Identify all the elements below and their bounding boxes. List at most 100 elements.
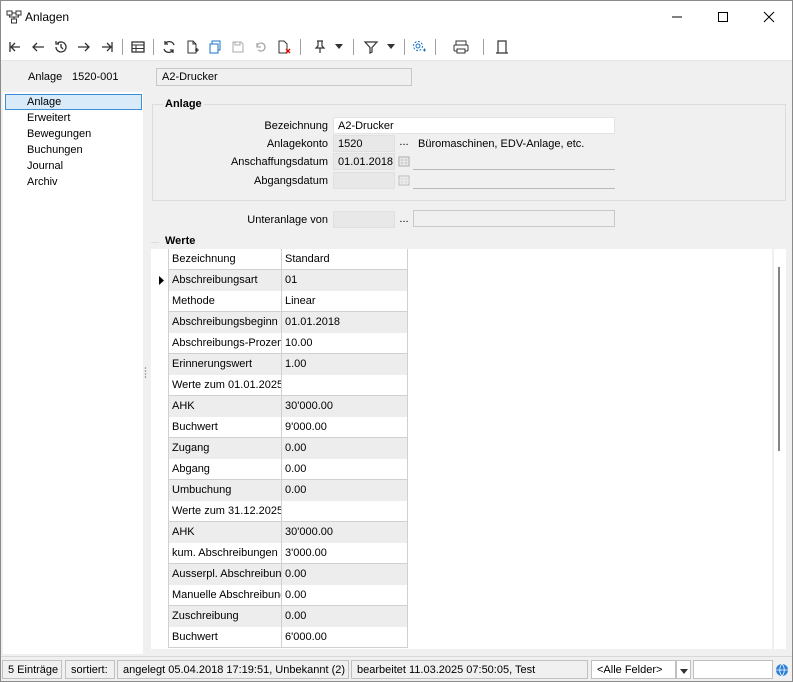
row-indicator[interactable] [152,627,169,648]
scrollbar-thumb[interactable] [778,267,780,451]
next-record-icon[interactable] [74,37,94,57]
globe-search-icon[interactable] [775,663,789,680]
werte-row[interactable]: Manuelle Abschreibung 0.00 [152,585,408,606]
field-filter-chevron-down-icon[interactable] [676,660,691,679]
werte-row[interactable]: AHK 30'000.00 [152,522,408,543]
row-indicator[interactable] [152,396,169,417]
werte-cell-value[interactable]: 6'000.00 [282,627,408,648]
werte-row[interactable]: Buchwert 9'000.00 [152,417,408,438]
werte-row[interactable]: Zuschreibung 0.00 [152,606,408,627]
werte-cell-value[interactable]: 0.00 [282,585,408,606]
werte-cell-value[interactable]: 30'000.00 [282,522,408,543]
werte-row[interactable]: kum. Abschreibungen 3'000.00 [152,543,408,564]
row-indicator[interactable] [152,249,169,270]
nav-item-journal[interactable]: Journal [27,159,63,175]
bezeichnung-input[interactable]: A2-Drucker [333,117,615,134]
werte-row[interactable]: Werte zum 01.01.2025 [152,375,408,396]
anlagekonto-ellipsis-button[interactable]: ... [396,136,412,152]
werte-cell-value[interactable] [282,501,408,522]
nav-item-anlage[interactable]: Anlage [27,95,61,111]
row-indicator[interactable] [152,522,169,543]
abgangsdatum-input[interactable] [333,172,395,189]
status-search-input[interactable] [693,660,773,679]
row-indicator[interactable] [152,501,169,522]
print-icon[interactable] [451,37,471,57]
werte-cell-value[interactable]: 01.01.2018 [282,312,408,333]
settings-gear-icon[interactable] [409,37,429,57]
werte-cell-value[interactable]: 0.00 [282,564,408,585]
werte-cell-value[interactable]: 0.00 [282,438,408,459]
pin-icon[interactable] [310,37,330,57]
maximize-button[interactable] [700,1,746,33]
werte-row[interactable]: Abschreibungsart 01 [152,270,408,291]
abgangsdatum-calendar-icon[interactable] [397,173,411,190]
previous-record-icon[interactable] [28,37,48,57]
werte-row[interactable]: Methode Linear [152,291,408,312]
werte-row[interactable]: Abgang 0.00 [152,459,408,480]
row-indicator[interactable] [152,291,169,312]
werte-row[interactable]: Ausserpl. Abschreibungen0.00 [152,564,408,585]
filter-dropdown-chevron-down-icon[interactable] [385,37,397,57]
delete-document-icon[interactable] [274,37,294,57]
row-indicator[interactable] [152,333,169,354]
splitter-handle[interactable] [144,366,147,380]
werte-cell-value[interactable]: 0.00 [282,459,408,480]
werte-row[interactable]: Buchwert 6'000.00 [152,627,408,648]
werte-row[interactable]: Umbuchung 0.00 [152,480,408,501]
anlagekonto-input[interactable]: 1520 [333,135,395,152]
filter-icon[interactable] [361,37,381,57]
close-button[interactable] [746,1,792,33]
werte-row[interactable]: Abschreibungs-Prozent 10.00 [152,333,408,354]
werte-row[interactable]: Bezeichnung Standard [152,249,408,270]
row-indicator[interactable] [152,585,169,606]
werte-cell-value[interactable]: 0.00 [282,606,408,627]
row-indicator[interactable] [152,312,169,333]
werte-cell-value[interactable]: 3'000.00 [282,543,408,564]
werte-row[interactable]: Abschreibungsbeginn 01.01.2018 [152,312,408,333]
anschaffungsdatum-calendar-icon[interactable] [397,154,411,171]
field-filter-select[interactable]: <Alle Felder> [591,660,676,679]
unteranlage-ellipsis-button[interactable]: ... [396,213,412,229]
row-indicator[interactable] [152,564,169,585]
table-view-icon[interactable] [128,37,148,57]
nav-item-archiv[interactable]: Archiv [27,175,58,191]
copy-icon[interactable] [205,37,225,57]
new-document-icon[interactable] [182,37,202,57]
werte-cell-value[interactable]: 30'000.00 [282,396,408,417]
row-indicator[interactable] [152,375,169,396]
row-indicator[interactable] [152,417,169,438]
werte-row[interactable]: Werte zum 31.12.2025 [152,501,408,522]
werte-row[interactable]: Erinnerungswert 1.00 [152,354,408,375]
minimize-button[interactable] [654,1,700,33]
werte-cell-value[interactable]: 0.00 [282,480,408,501]
exit-door-icon[interactable] [492,37,512,57]
werte-cell-value[interactable] [282,375,408,396]
refresh-icon[interactable] [159,37,179,57]
row-indicator[interactable] [152,459,169,480]
row-indicator[interactable] [152,480,169,501]
history-icon[interactable] [51,37,71,57]
werte-cell-value[interactable]: 10.00 [282,333,408,354]
row-indicator[interactable] [152,270,169,291]
nav-item-erweitert[interactable]: Erweitert [27,111,70,127]
row-indicator[interactable] [152,438,169,459]
werte-cell-value[interactable]: Linear [282,291,408,312]
werte-row[interactable]: Zugang 0.00 [152,438,408,459]
first-record-icon[interactable] [5,37,25,57]
nav-item-buchungen[interactable]: Buchungen [27,143,83,159]
anlage-number-field[interactable]: 1520-001 [66,68,153,86]
werte-row[interactable]: AHK 30'000.00 [152,396,408,417]
pin-dropdown-chevron-down-icon[interactable] [333,37,345,57]
row-indicator[interactable] [152,354,169,375]
werte-cell-value[interactable]: 9'000.00 [282,417,408,438]
anschaffungsdatum-input[interactable]: 01.01.2018 [333,153,395,170]
werte-cell-value[interactable]: 01 [282,270,408,291]
last-record-icon[interactable] [97,37,117,57]
nav-item-bewegungen[interactable]: Bewegungen [27,127,91,143]
werte-vertical-scrollbar[interactable] [774,249,786,649]
werte-cell-value[interactable]: Standard [282,249,408,270]
unteranlage-input[interactable] [333,211,395,228]
werte-cell-value[interactable]: 1.00 [282,354,408,375]
row-indicator[interactable] [152,606,169,627]
row-indicator[interactable] [152,543,169,564]
